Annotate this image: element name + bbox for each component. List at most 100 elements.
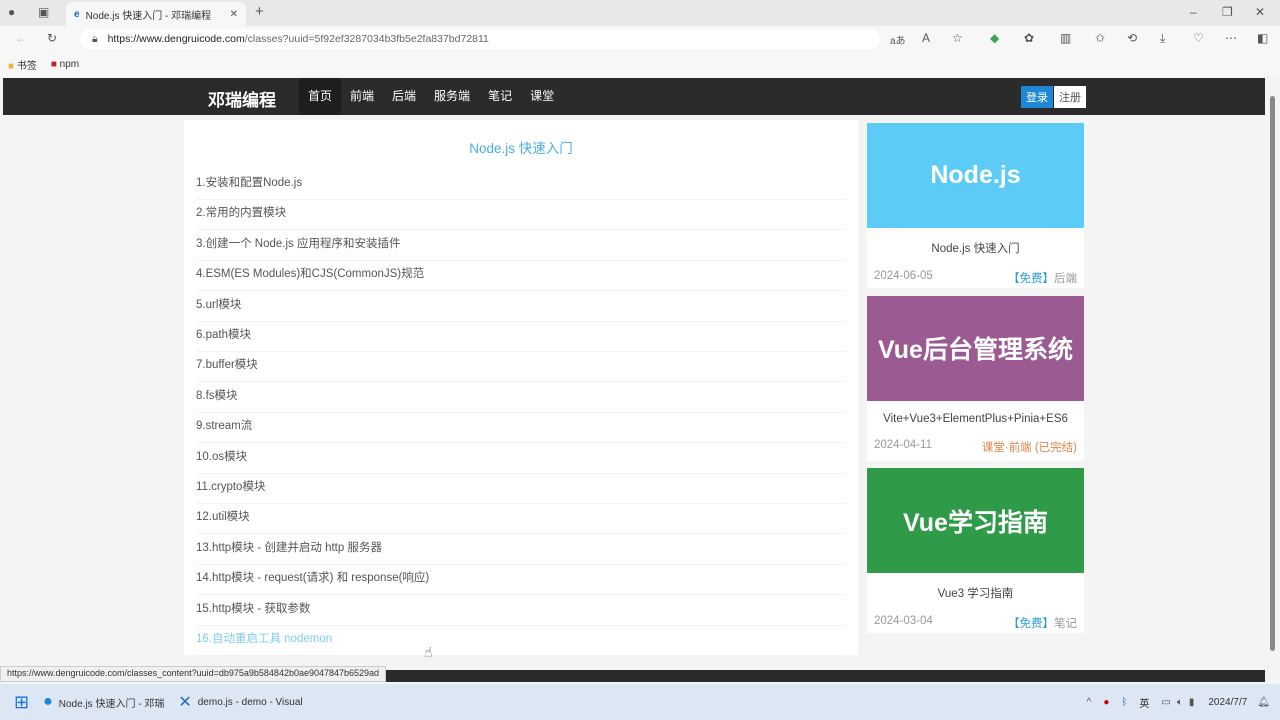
register-button[interactable]: 注册	[1054, 86, 1086, 108]
nav-frontend[interactable]: 前端	[341, 78, 383, 115]
taskbar-app-edge[interactable]: ● Node.js 快速入门 - 邓瑞	[43, 693, 164, 711]
bookmark-label: 书签	[16, 60, 37, 72]
course-date: 2024-04-11	[874, 438, 932, 451]
lesson-link[interactable]: 6.path模块	[196, 322, 846, 352]
taskbar-app-vscode[interactable]: ✕ demo.js - demo - Visual	[178, 692, 302, 712]
scrollbar[interactable]	[1266, 78, 1280, 680]
folder-icon: ■	[8, 60, 15, 72]
course-tag: 【免费】	[1008, 618, 1054, 630]
status-url: https://www.dengruicode.com/classes_cont…	[0, 666, 387, 682]
translate-icon[interactable]: aあ	[890, 32, 906, 47]
nav-classroom[interactable]: 课堂	[521, 78, 563, 115]
lesson-link[interactable]: 11.crypto模块	[196, 474, 846, 504]
clock-date[interactable]: 2024/7/7	[1208, 697, 1247, 708]
lesson-link[interactable]: 4.ESM(ES Modules)和CJS(CommonJS)规范	[196, 261, 846, 292]
url-path: /classes?uuid=5f92ef3287034b3fb5e2fa837b…	[244, 33, 489, 45]
course-name[interactable]: Node.js 快速入门	[867, 240, 1084, 256]
course-category: 后端	[1054, 273, 1077, 285]
edge-icon: ●	[43, 693, 53, 710]
close-tab-icon[interactable]: ✕	[230, 9, 238, 20]
new-tab-icon[interactable]: +	[255, 3, 264, 20]
course-title: Node.js 快速入门	[469, 141, 573, 156]
lesson-link[interactable]: 14.http模块 - request(请求) 和 response(响应)	[196, 565, 846, 596]
profile-icon[interactable]: ●	[8, 5, 15, 19]
edge-icon: e	[74, 8, 80, 20]
course-date: 2024-06-05	[874, 270, 933, 282]
lesson-link[interactable]: 13.http模块 - 创建并启动 http 服务器	[196, 535, 846, 565]
lock-icon: 🔒︎	[92, 32, 98, 45]
favorites-icon[interactable]: ✩	[1095, 31, 1105, 45]
npm-icon: ■	[50, 58, 57, 70]
hand-cursor-icon: ☝	[424, 644, 433, 660]
lesson-link[interactable]: 9.stream流	[196, 413, 846, 444]
lesson-link[interactable]: 5.url模块	[196, 292, 846, 322]
split-screen-icon[interactable]: ▥	[1060, 31, 1071, 45]
site-logo[interactable]: 邓瑞编程	[208, 86, 276, 111]
course-card[interactable]: Vue后台管理系统 Vite+Vue3+ElementPlus+Pinia+ES…	[867, 295, 1084, 461]
battery-icon[interactable]: ▮	[1189, 697, 1195, 708]
lesson-link[interactable]: 3.创建一个 Node.js 应用程序和安装插件	[196, 231, 846, 261]
windows-start-icon[interactable]: ⊞	[14, 692, 29, 713]
bookmark-npm[interactable]: ■ npm	[51, 59, 79, 70]
tab-title: Node.js 快速入门 - 邓瑞编程	[85, 10, 212, 22]
vscode-icon: ✕	[178, 694, 192, 711]
lesson-link[interactable]: 12.util模块	[196, 504, 846, 535]
course-date: 2024-03-04	[874, 615, 933, 627]
notification-icon[interactable]: 🔔︎	[1257, 697, 1270, 708]
extensions-icon[interactable]: ✿	[1024, 31, 1034, 45]
course-name[interactable]: Vite+Vue3+ElementPlus+Pinia+ES6	[867, 413, 1084, 425]
course-card[interactable]: Node.js Node.js 快速入门 2024-06-05 【免费】后端	[867, 123, 1084, 288]
favorite-icon[interactable]: ☆	[952, 31, 963, 45]
course-outline: Node.js 快速入门 1.安装和配置Node.js 2.常用的内置模块 3.创建…	[184, 120, 858, 656]
bookmarks-bar: ■ 书签 ■ npm	[0, 52, 1280, 76]
lesson-link[interactable]: 1.安装和配置Node.js	[196, 170, 846, 200]
site-navbar: 邓瑞编程 首页 前端 后端 服务端 笔记 课堂 登录 注册	[3, 78, 1265, 115]
lesson-link[interactable]: 10.os模块	[196, 444, 846, 474]
sidebar-icon[interactable]: ◧	[1257, 31, 1268, 45]
course-category: 笔记	[1054, 618, 1077, 630]
bluetooth-icon[interactable]: ᛒ	[1121, 697, 1127, 708]
course-name[interactable]: Vue3 学习指南	[867, 585, 1084, 601]
nav-backend[interactable]: 后端	[383, 78, 425, 115]
lesson-link[interactable]: 2.常用的内置模块	[196, 200, 846, 231]
record-icon[interactable]: ●	[1103, 697, 1109, 708]
refresh-icon[interactable]: ↻	[47, 31, 57, 45]
course-cover[interactable]: Vue后台管理系统	[867, 295, 1084, 401]
scrollbar-thumb[interactable]	[1270, 96, 1275, 651]
volume-icon[interactable]: 🔈︎	[1177, 697, 1183, 708]
shield-icon[interactable]: ◆	[990, 31, 999, 45]
course-category: 课堂·前端 (已完结)	[981, 441, 1077, 454]
download-icon[interactable]: ⤓	[1160, 31, 1165, 46]
login-button[interactable]: 登录	[1021, 86, 1053, 108]
restore-icon[interactable]: ❐	[1222, 5, 1233, 19]
nav-notes[interactable]: 笔记	[479, 78, 521, 115]
nav-server[interactable]: 服务端	[425, 78, 479, 115]
history-icon[interactable]: ⟲	[1127, 31, 1137, 45]
url-host: https://www.dengruicode.com	[107, 33, 245, 45]
url-input[interactable]: 🔒︎ https://www.dengruicode.com/classes?u…	[80, 29, 880, 49]
lesson-link[interactable]: 15.http模块 - 获取参数	[196, 596, 846, 626]
browser-tab[interactable]: e Node.js 快速入门 - 邓瑞编程 ✕	[66, 2, 246, 26]
tray-chevron-icon[interactable]: ^	[1087, 697, 1092, 708]
taskbar-app-label: Node.js 快速入门 - 邓瑞	[58, 698, 165, 710]
read-aloud-icon[interactable]: A	[922, 31, 930, 45]
tab-actions-icon[interactable]: ▣	[38, 5, 49, 19]
course-cover[interactable]: Node.js	[867, 123, 1084, 228]
network-icon[interactable]: ▭	[1161, 697, 1170, 708]
taskbar: ⊞ ● Node.js 快速入门 - 邓瑞 ✕ demo.js - demo - V…	[0, 684, 1280, 720]
course-card[interactable]: Vue学习指南 Vue3 学习指南 2024-03-04 【免费】笔记	[867, 468, 1084, 633]
back-icon[interactable]: ←	[15, 31, 27, 45]
course-cover[interactable]: Vue学习指南	[867, 468, 1084, 573]
close-window-icon[interactable]: ✕	[1255, 5, 1265, 19]
bookmark-folder[interactable]: ■ 书签	[8, 57, 37, 72]
address-bar-row: ← ↻ 🔒︎ https://www.dengruicode.com/class…	[0, 26, 1280, 52]
lesson-link[interactable]: 16.自动重启工具 nodemon	[196, 626, 846, 656]
performance-icon[interactable]: ♡	[1193, 31, 1204, 45]
ime-indicator[interactable]: 英	[1139, 695, 1149, 710]
bookmark-label: npm	[59, 58, 80, 70]
lesson-link[interactable]: 8.fs模块	[196, 383, 846, 413]
lesson-link[interactable]: 7.buffer模块	[196, 352, 846, 383]
nav-home[interactable]: 首页	[299, 78, 342, 115]
minimize-icon[interactable]: –	[1190, 5, 1197, 19]
more-icon[interactable]: ⋯	[1225, 31, 1237, 45]
